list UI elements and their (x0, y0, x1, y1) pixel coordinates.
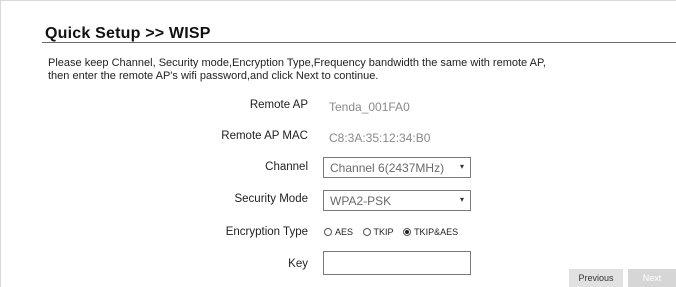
previous-button[interactable]: Previous (569, 269, 623, 287)
radio-aes[interactable] (324, 228, 332, 236)
instructions: Please keep Channel, Security mode,Encry… (48, 57, 648, 83)
encryption-option-tkip-aes[interactable]: TKIP&AES (403, 227, 458, 237)
remote-ap-label: Remote AP (249, 99, 308, 111)
channel-label: Channel (265, 161, 308, 173)
security-mode-label: Security Mode (234, 193, 308, 205)
security-mode-select[interactable]: WPA2-PSK ▾ (323, 190, 471, 211)
encryption-type-radio-group: AES TKIP TKIP&AES (324, 227, 465, 239)
remote-ap-mac-label: Remote AP MAC (221, 130, 308, 142)
key-label: Key (288, 258, 308, 270)
encryption-option-aes-label: AES (335, 227, 354, 237)
next-button[interactable]: Next (628, 269, 676, 287)
encryption-option-tkip-aes-label: TKIP&AES (414, 227, 459, 237)
remote-ap-value: Tenda_001FA0 (329, 100, 410, 114)
encryption-option-tkip[interactable]: TKIP (362, 227, 394, 237)
title-divider (42, 42, 676, 43)
instructions-line-2: then enter the remote AP's wifi password… (48, 70, 379, 82)
radio-tkip[interactable] (362, 228, 371, 236)
page-title: Quick Setup >> WISP (45, 25, 211, 42)
encryption-type-label: Encryption Type (225, 226, 308, 238)
key-input[interactable] (323, 251, 471, 275)
frame-left-border (0, 0, 1, 287)
encryption-option-aes[interactable]: AES (324, 227, 353, 237)
frame-top-border (0, 0, 676, 1)
chevron-down-icon: ▾ (459, 162, 464, 171)
encryption-option-tkip-label: TKIP (373, 227, 394, 237)
instructions-line-1: Please keep Channel, Security mode,Encry… (48, 57, 546, 69)
remote-ap-mac-value: C8:3A:35:12:34:B0 (329, 131, 431, 145)
channel-select[interactable]: Channel 6(2437MHz) ▾ (323, 157, 471, 178)
security-mode-select-value: WPA2-PSK (330, 194, 392, 208)
radio-tkip-aes[interactable] (403, 228, 412, 236)
channel-select-value: Channel 6(2437MHz) (330, 161, 445, 175)
chevron-down-icon: ▾ (459, 195, 464, 204)
